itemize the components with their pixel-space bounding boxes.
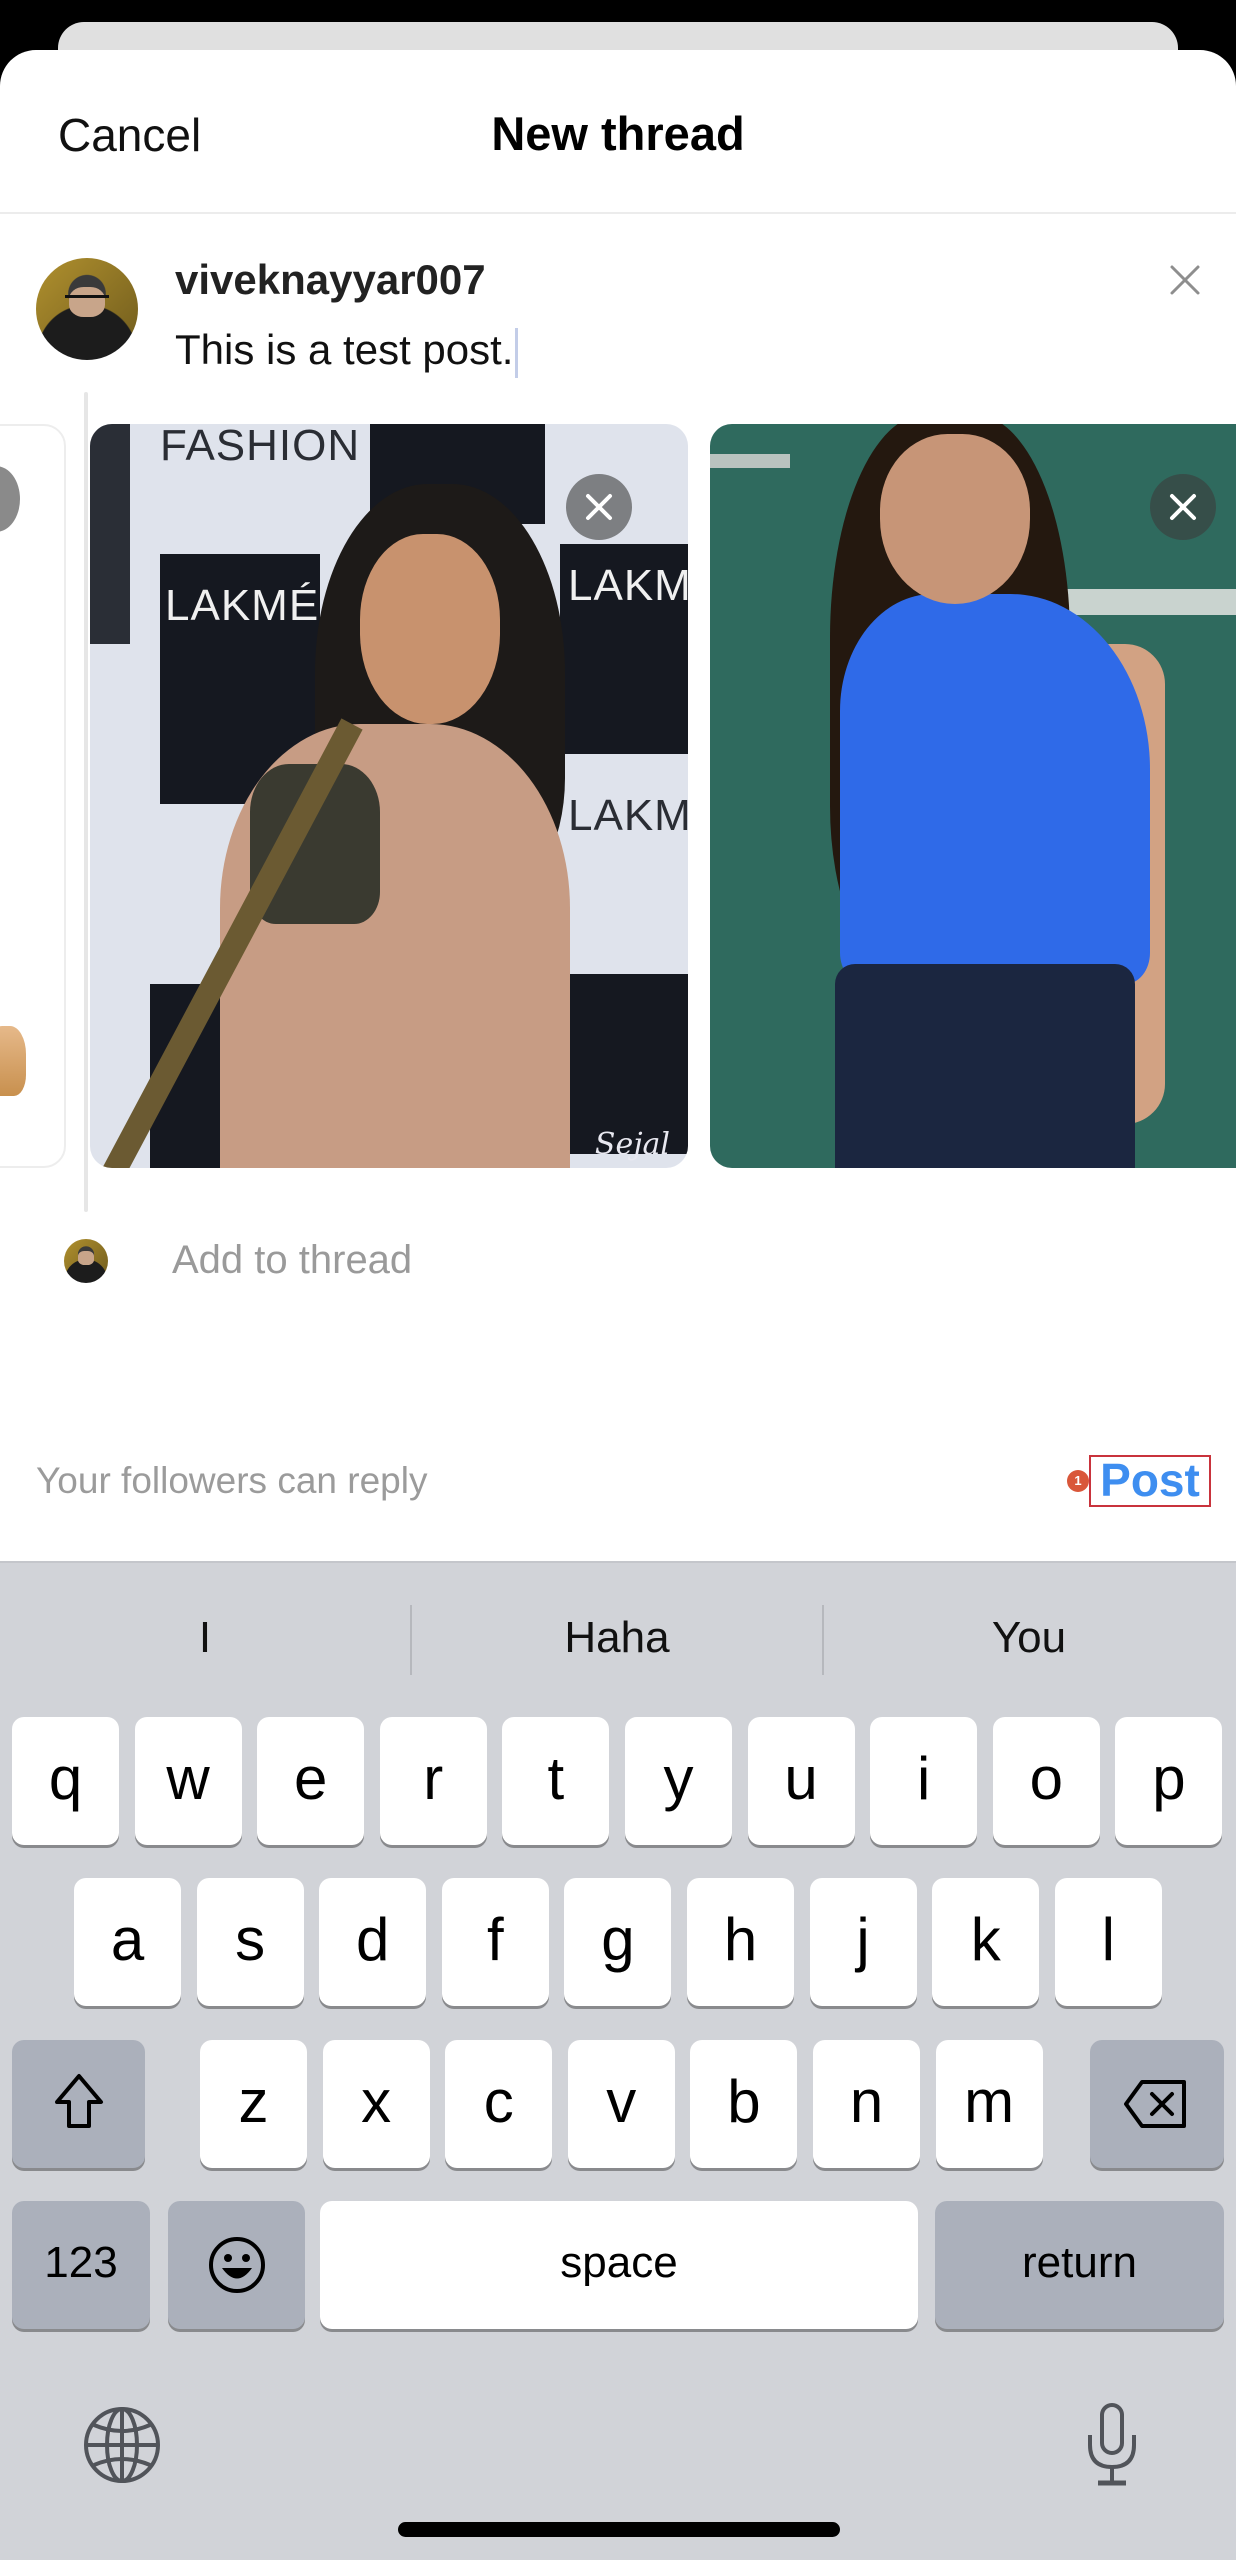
key-k[interactable]: k	[932, 1878, 1040, 2006]
remove-media-button[interactable]	[1150, 474, 1216, 540]
close-icon	[1170, 265, 1200, 295]
suggestion-item[interactable]: You	[824, 1603, 1234, 1673]
key-u[interactable]: u	[747, 1717, 855, 1845]
add-to-thread-input[interactable]: Add to thread	[172, 1238, 412, 1283]
globe-button[interactable]	[82, 2405, 162, 2490]
key-o[interactable]: o	[992, 1717, 1100, 1845]
key-l[interactable]: l	[1054, 1878, 1162, 2006]
globe-icon	[84, 2407, 160, 2483]
key-h[interactable]: h	[687, 1878, 794, 2006]
avatar	[36, 258, 138, 360]
microphone-button[interactable]	[1080, 2401, 1144, 2494]
header-divider	[0, 212, 1236, 214]
post-text-value: This is a test post.	[175, 326, 514, 373]
page-title: New thread	[491, 107, 745, 160]
keyboard: I Haha You 123 space return q w e r t y …	[0, 1561, 1236, 2560]
key-q[interactable]: q	[12, 1717, 119, 1845]
key-w[interactable]: w	[134, 1717, 242, 1845]
key-p[interactable]: p	[1115, 1717, 1223, 1845]
key-b[interactable]: b	[690, 2040, 798, 2168]
thread-line	[84, 392, 88, 1212]
key-m[interactable]: m	[935, 2040, 1043, 2168]
key-x[interactable]: x	[322, 2040, 430, 2168]
annotation-badge: 1	[1067, 1470, 1089, 1492]
reply-setting-button[interactable]: Your followers can reply	[36, 1460, 427, 1502]
close-icon	[1170, 494, 1196, 520]
key-t[interactable]: t	[502, 1717, 610, 1845]
key-j[interactable]: j	[809, 1878, 917, 2006]
media-item[interactable]	[710, 424, 1236, 1168]
suggestion-item[interactable]: I	[0, 1603, 410, 1673]
key-s[interactable]: s	[196, 1878, 304, 2006]
delete-key[interactable]	[1090, 2040, 1224, 2168]
key-i[interactable]: i	[870, 1717, 978, 1845]
key-r[interactable]: r	[379, 1717, 487, 1845]
emoji-key[interactable]	[168, 2201, 305, 2329]
delete-icon	[1124, 2080, 1186, 2128]
post-button[interactable]: Post	[1089, 1455, 1211, 1507]
media-item-partial[interactable]	[0, 424, 66, 1168]
username: viveknayyar007	[175, 256, 486, 303]
suggestion-item[interactable]: Haha	[412, 1603, 822, 1673]
key-v[interactable]: v	[567, 2040, 675, 2168]
space-key[interactable]: space	[320, 2201, 918, 2329]
media-item[interactable]: FASHION WEEK LAKMÉ LAKMÉ LAKMÉ Sejal	[90, 424, 688, 1168]
home-indicator	[398, 2522, 840, 2537]
return-key[interactable]: return	[935, 2201, 1224, 2329]
shift-key[interactable]	[12, 2040, 145, 2168]
key-g[interactable]: g	[564, 1878, 672, 2006]
watermark: Sejal	[594, 1127, 670, 1162]
text-caret	[515, 327, 519, 378]
remove-media-button[interactable]	[566, 474, 632, 540]
shift-icon	[54, 2074, 103, 2128]
close-icon	[586, 494, 612, 520]
key-d[interactable]: d	[319, 1878, 427, 2006]
post-text-input[interactable]: This is a test post.	[175, 326, 519, 378]
key-e[interactable]: e	[257, 1717, 365, 1845]
remove-post-button[interactable]	[1160, 255, 1210, 305]
key-a[interactable]: a	[74, 1878, 181, 2006]
key-n[interactable]: n	[813, 2040, 920, 2168]
microphone-icon	[1088, 2403, 1136, 2486]
key-z[interactable]: z	[200, 2040, 307, 2168]
avatar-small	[64, 1239, 108, 1283]
key-y[interactable]: y	[625, 1717, 732, 1845]
key-f[interactable]: f	[441, 1878, 549, 2006]
emoji-icon	[208, 2237, 265, 2293]
key-c[interactable]: c	[445, 2040, 553, 2168]
numbers-key[interactable]: 123	[12, 2201, 150, 2329]
